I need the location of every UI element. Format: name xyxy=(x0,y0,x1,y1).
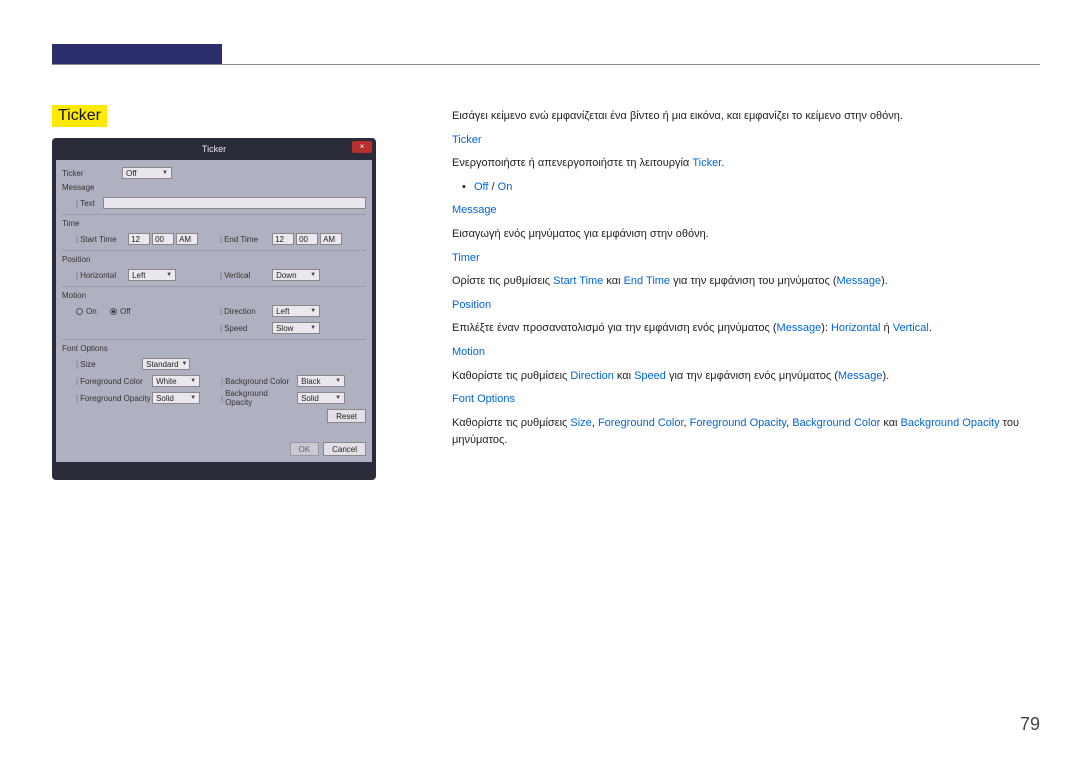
bg-opacity-value: Solid xyxy=(301,394,319,403)
motion-off-radio[interactable] xyxy=(110,308,117,315)
direction-label: Direction xyxy=(224,307,272,316)
bg-color-select[interactable]: Black ▼ xyxy=(297,375,345,387)
divider-icon: | xyxy=(76,377,78,386)
divider-icon: | xyxy=(220,271,222,280)
motion-off-label: Off xyxy=(120,307,131,316)
vertical-select[interactable]: Down ▼ xyxy=(272,269,320,281)
off-on-bullet: Off / On xyxy=(452,179,1040,197)
bg-color-value: Black xyxy=(301,377,321,386)
text-label: Text xyxy=(80,199,95,208)
ok-button[interactable]: OK xyxy=(290,442,320,456)
divider-icon: | xyxy=(220,235,222,244)
speed-value: Slow xyxy=(276,324,293,333)
divider-icon: | xyxy=(76,271,78,280)
timer-heading: Timer xyxy=(452,250,1040,268)
fg-opacity-select[interactable]: Solid ▼ xyxy=(152,392,200,404)
time-label: Time xyxy=(62,219,366,228)
chevron-down-icon: ▼ xyxy=(162,170,168,176)
vertical-label: Vertical xyxy=(224,271,272,280)
page-number: 79 xyxy=(1020,714,1040,735)
divider-icon: | xyxy=(76,360,78,369)
fg-opacity-label: Foreground Opacity xyxy=(80,394,152,403)
font-options-heading: Font Options xyxy=(452,391,1040,409)
timer-desc: Ορίστε τις ρυθμίσεις Start Time και End … xyxy=(452,273,1040,291)
ticker-label: Ticker xyxy=(62,169,122,178)
end-time-label: End Time xyxy=(224,235,272,244)
font-options-desc: Καθορίστε τις ρυθμίσεις Size, Foreground… xyxy=(452,415,1040,450)
chevron-down-icon: ▼ xyxy=(166,272,172,278)
reset-button[interactable]: Reset xyxy=(327,409,366,423)
divider-icon: | xyxy=(220,324,222,333)
speed-select[interactable]: Slow ▼ xyxy=(272,322,320,334)
close-icon[interactable]: × xyxy=(352,141,372,153)
horizontal-label: Horizontal xyxy=(80,271,128,280)
start-time-label: Start Time xyxy=(80,235,128,244)
header-accent xyxy=(52,44,222,64)
chevron-down-icon: ▼ xyxy=(190,395,196,401)
motion-on-radio[interactable] xyxy=(76,308,83,315)
motion-label: Motion xyxy=(62,291,366,300)
font-options-label: Font Options xyxy=(62,344,366,353)
fg-opacity-value: Solid xyxy=(156,394,174,403)
divider-icon: | xyxy=(76,235,78,244)
ticker-dialog: × Ticker Ticker Off ▼ Message | Text Tim… xyxy=(52,138,376,480)
start-min[interactable]: 00 xyxy=(152,233,174,245)
position-heading: Position xyxy=(452,297,1040,315)
fg-color-select[interactable]: White ▼ xyxy=(152,375,200,387)
message-label: Message xyxy=(62,183,366,192)
motion-on-label: On xyxy=(86,307,110,316)
message-input[interactable] xyxy=(103,197,366,209)
cancel-button[interactable]: Cancel xyxy=(323,442,366,456)
dialog-title: Ticker xyxy=(52,138,376,160)
bg-opacity-label: Background Opacity xyxy=(225,389,297,407)
fg-color-label: Foreground Color xyxy=(80,377,152,386)
page-title: Ticker xyxy=(52,105,107,127)
end-hour[interactable]: 12 xyxy=(272,233,294,245)
fg-color-value: White xyxy=(156,377,176,386)
header-rule xyxy=(52,64,1040,65)
end-ampm[interactable]: AM xyxy=(320,233,342,245)
divider-icon: | xyxy=(221,394,223,403)
direction-select[interactable]: Left ▼ xyxy=(272,305,320,317)
intro-text: Εισάγει κείμενο ενώ εμφανίζεται ένα βίντ… xyxy=(452,108,1040,126)
bg-color-label: Background Color xyxy=(225,377,297,386)
divider-icon: | xyxy=(220,307,222,316)
chevron-down-icon: ▼ xyxy=(182,361,188,367)
horizontal-select[interactable]: Left ▼ xyxy=(128,269,176,281)
vertical-value: Down xyxy=(276,271,296,280)
start-ampm[interactable]: AM xyxy=(176,233,198,245)
divider-icon: | xyxy=(76,199,78,208)
horizontal-value: Left xyxy=(132,271,145,280)
content-body: Εισάγει κείμενο ενώ εμφανίζεται ένα βίντ… xyxy=(452,108,1040,456)
motion-heading: Motion xyxy=(452,344,1040,362)
ticker-heading: Ticker xyxy=(452,132,1040,150)
chevron-down-icon: ▼ xyxy=(310,308,316,314)
dialog-body: Ticker Off ▼ Message | Text Time | Start… xyxy=(56,160,372,462)
divider-icon: | xyxy=(76,394,78,403)
size-select[interactable]: Standard ▼ xyxy=(142,358,190,370)
motion-desc: Καθορίστε τις ρυθμίσεις Direction και Sp… xyxy=(452,368,1040,386)
end-min[interactable]: 00 xyxy=(296,233,318,245)
ticker-desc: Ενεργοποιήστε ή απενεργοποιήστε τη λειτο… xyxy=(452,155,1040,173)
chevron-down-icon: ▼ xyxy=(335,378,341,384)
chevron-down-icon: ▼ xyxy=(310,272,316,278)
direction-value: Left xyxy=(276,307,289,316)
speed-label: Speed xyxy=(224,324,272,333)
bg-opacity-select[interactable]: Solid ▼ xyxy=(297,392,345,404)
ticker-value: Off xyxy=(126,169,137,178)
message-desc: Εισαγωγή ενός μηνύματος για εμφάνιση στη… xyxy=(452,226,1040,244)
position-label: Position xyxy=(62,255,366,264)
chevron-down-icon: ▼ xyxy=(310,325,316,331)
chevron-down-icon: ▼ xyxy=(190,378,196,384)
position-desc: Επιλέξτε έναν προσανατολισμό για την εμφ… xyxy=(452,320,1040,338)
divider-icon: | xyxy=(221,377,223,386)
chevron-down-icon: ▼ xyxy=(335,395,341,401)
message-heading: Message xyxy=(452,202,1040,220)
size-value: Standard xyxy=(146,360,178,369)
ticker-select[interactable]: Off ▼ xyxy=(122,167,172,179)
size-label: Size xyxy=(80,360,142,369)
start-hour[interactable]: 12 xyxy=(128,233,150,245)
